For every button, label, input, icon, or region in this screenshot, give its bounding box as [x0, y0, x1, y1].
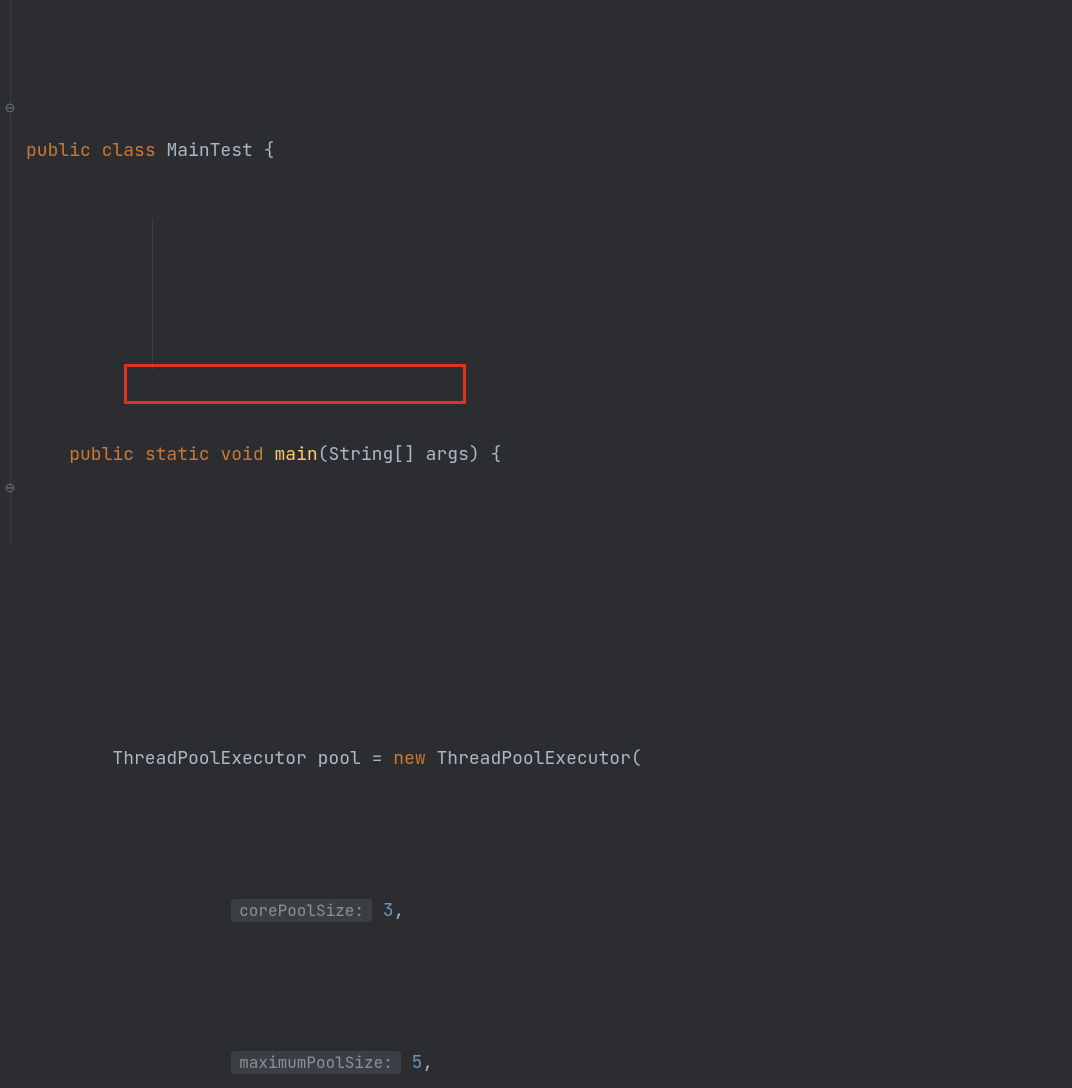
code-line: public static void main(String[] args) {	[26, 436, 1062, 474]
code-editor[interactable]: public class MainTest { public static vo…	[26, 18, 1062, 1088]
code-line: ThreadPoolExecutor pool = new ThreadPool…	[26, 740, 1062, 778]
code-line	[26, 284, 1062, 322]
code-line: maximumPoolSize: 5,	[26, 1044, 1062, 1082]
code-line	[26, 588, 1062, 626]
code-line: public class MainTest {	[26, 132, 1062, 170]
gutter-divider	[10, 0, 11, 544]
fold-ellipse-icon[interactable]: ⊖	[3, 101, 17, 115]
code-line: corePoolSize: 3,	[26, 892, 1062, 930]
param-hint: maximumPoolSize:	[231, 1051, 401, 1074]
editor-gutter: ⊖ ⊖	[0, 0, 14, 544]
fold-ellipse-close-icon[interactable]: ⊖	[3, 481, 17, 495]
param-hint: corePoolSize:	[231, 899, 372, 922]
